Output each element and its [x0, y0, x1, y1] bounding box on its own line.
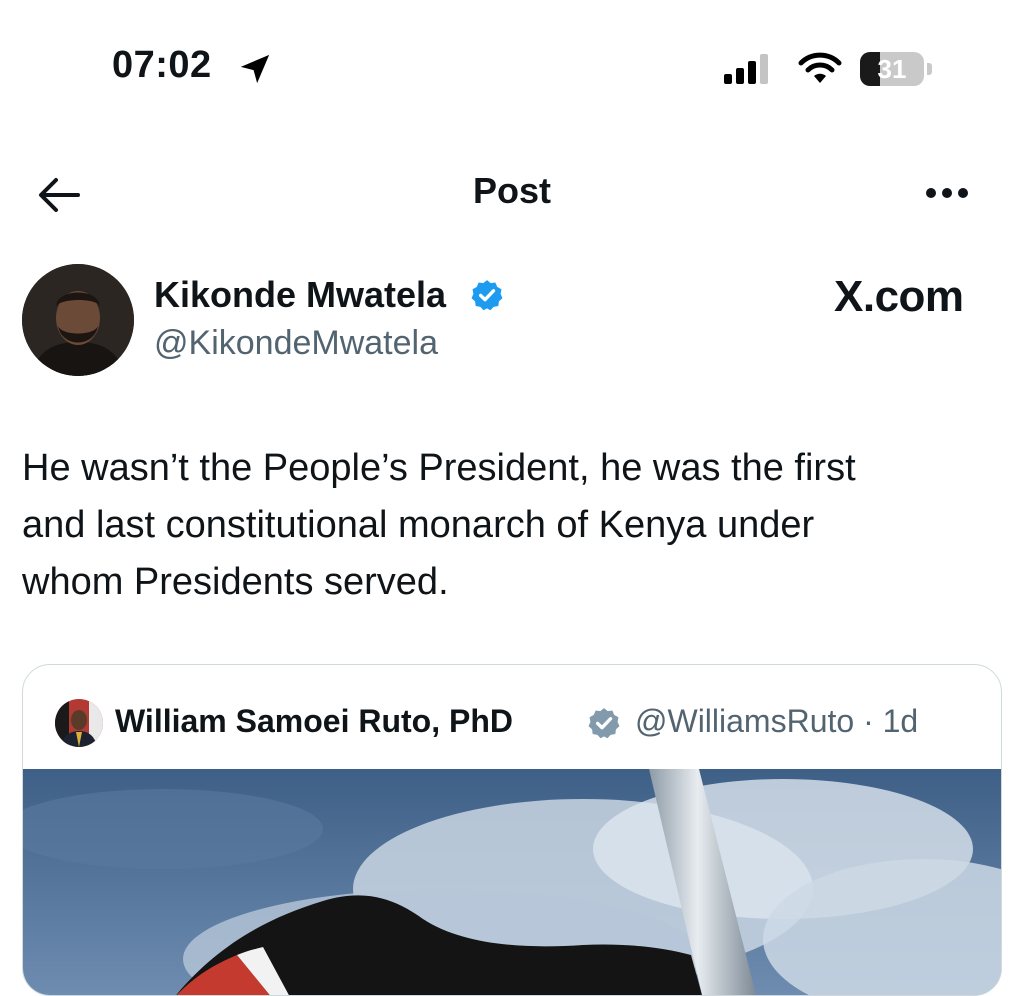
page-title: Post	[472, 170, 551, 211]
wifi-icon	[798, 52, 842, 83]
flag-half-mast-image[interactable]	[23, 769, 1001, 996]
x-com-watermark: X.com	[834, 272, 964, 321]
battery-percent: 31	[877, 54, 907, 84]
quoted-handle-time: @WilliamsRuto · 1d	[635, 703, 919, 739]
status-time: 07:02	[112, 44, 212, 86]
cellular-signal-icon	[724, 54, 768, 84]
battery-icon: 31	[860, 52, 934, 86]
location-arrow-icon	[240, 54, 270, 84]
quoted-author-name[interactable]: William Samoei Ruto, PhD	[115, 703, 513, 740]
ellipsis-icon[interactable]	[922, 180, 972, 206]
post-text: He wasn’t the People’s President, he was…	[22, 447, 856, 603]
quoted-author-avatar[interactable]	[55, 699, 103, 747]
author-avatar[interactable]	[22, 264, 134, 376]
government-verified-icon	[588, 708, 620, 739]
author-name[interactable]: Kikonde Mwatela	[154, 274, 446, 316]
quoted-post-card[interactable]: William Samoei Ruto, PhD @WilliamsRuto ·…	[22, 664, 1002, 996]
author-handle[interactable]: @KikondeMwatela	[154, 324, 438, 363]
verified-badge-icon	[471, 280, 503, 311]
